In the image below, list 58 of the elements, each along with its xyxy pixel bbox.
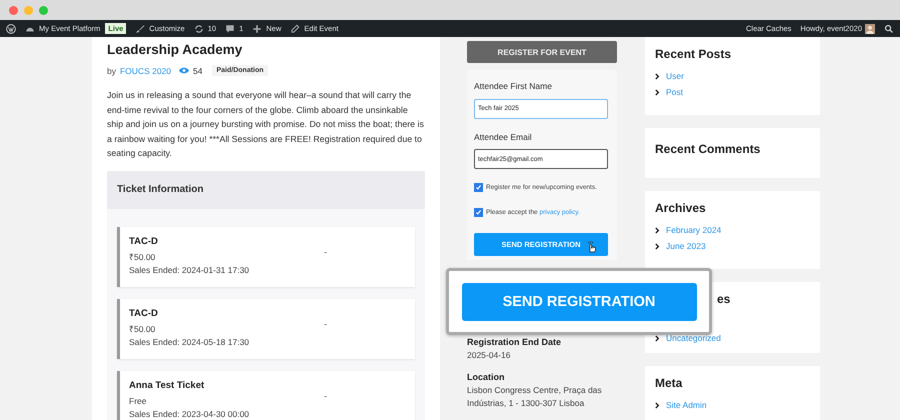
event-title: Leadership Academy [107, 42, 244, 57]
minimize-dot[interactable] [24, 6, 33, 14]
widget-link[interactable]: June 2023 [666, 241, 706, 251]
pencil-icon [290, 24, 300, 34]
wordpress-logo-icon[interactable] [6, 24, 16, 34]
chevron-icon [655, 334, 660, 342]
chevron-icon [655, 226, 660, 234]
avatar-icon[interactable] [865, 24, 875, 34]
ticket-sales-date: Sales Ended: 2023-04-30 00:00 [129, 408, 250, 420]
ticket-name: TAC-D [129, 308, 159, 319]
hand-cursor-icon [586, 240, 597, 253]
widget-title: Meta [655, 376, 684, 390]
brush-icon [135, 24, 146, 34]
widget-title: Recent Posts [655, 47, 732, 61]
event-description: Join us in releasing a sound that everyone will hear–a sound that will carry the end-time revival to the four corners of the globe. Climb aboard the unsinkable ship and join us on a journey bursting with promise. Do not miss the boat; there is a rainbow waiting for you! ***All Sessions are FREE! Registration required due to seating capacity. [107, 89, 425, 160]
ticket-name: TAC-D [129, 236, 159, 247]
ticket-quantity: - [324, 246, 327, 256]
view-count: 54 [193, 66, 202, 76]
chevron-icon [655, 72, 660, 80]
ticket-sales-date: Sales Ended: 2024-05-18 17:30 [129, 336, 250, 349]
detail-value: Lisbon Congress Centre, Praça das Indústrias, 1 - 1300-307 Lisboa [467, 384, 603, 410]
ticket-panel-title: Ticket Information [117, 184, 204, 195]
close-dot[interactable] [9, 6, 18, 14]
register-heading-button[interactable]: REGISTER FOR EVENT [467, 41, 617, 63]
maximize-dot[interactable] [39, 6, 48, 14]
field-label: Attendee Email [474, 132, 533, 142]
ticket-price: ₹50.00 [129, 251, 156, 264]
ticket-price: Free [129, 395, 148, 408]
widget-link[interactable]: February 2024 [666, 225, 722, 235]
checkbox[interactable] [474, 183, 483, 192]
widget-title: Recent Comments [655, 142, 762, 156]
chevron-icon [655, 402, 660, 408]
author-link[interactable]: FOUCS 2020 [120, 66, 172, 76]
chevron-icon [655, 242, 660, 250]
ticket-sales-date: Sales Ended: 2024-01-31 17:30 [129, 264, 250, 277]
checkbox[interactable] [474, 208, 483, 217]
field-label: Attendee First Name [474, 81, 553, 91]
ticket-quantity: - [324, 318, 327, 328]
widget-link[interactable]: Post [666, 87, 684, 97]
widget-link[interactable]: Uncategorized [666, 333, 721, 343]
detail-label: Location [467, 372, 506, 382]
ticket-quantity: - [324, 390, 327, 400]
chevron-icon [655, 88, 660, 96]
by-label: by [107, 66, 116, 76]
widget-link[interactable]: User [666, 71, 684, 81]
widget-title: es [716, 292, 732, 306]
widget-title: Archives [655, 201, 707, 215]
search-icon[interactable] [884, 24, 894, 34]
comment-icon [225, 24, 236, 34]
ticket-price: ₹50.00 [129, 323, 156, 336]
ticket-name: Anna Test Ticket [129, 380, 206, 391]
send-registration-button[interactable]: SEND REGISTRATION [462, 282, 696, 320]
refresh-icon [194, 24, 204, 34]
detail-label: Registration End Date [467, 337, 562, 347]
plus-icon [252, 24, 262, 34]
widget-link[interactable]: Site Admin [666, 400, 707, 410]
detail-value: 2025-04-16 [467, 349, 512, 362]
eye-icon [179, 67, 190, 74]
